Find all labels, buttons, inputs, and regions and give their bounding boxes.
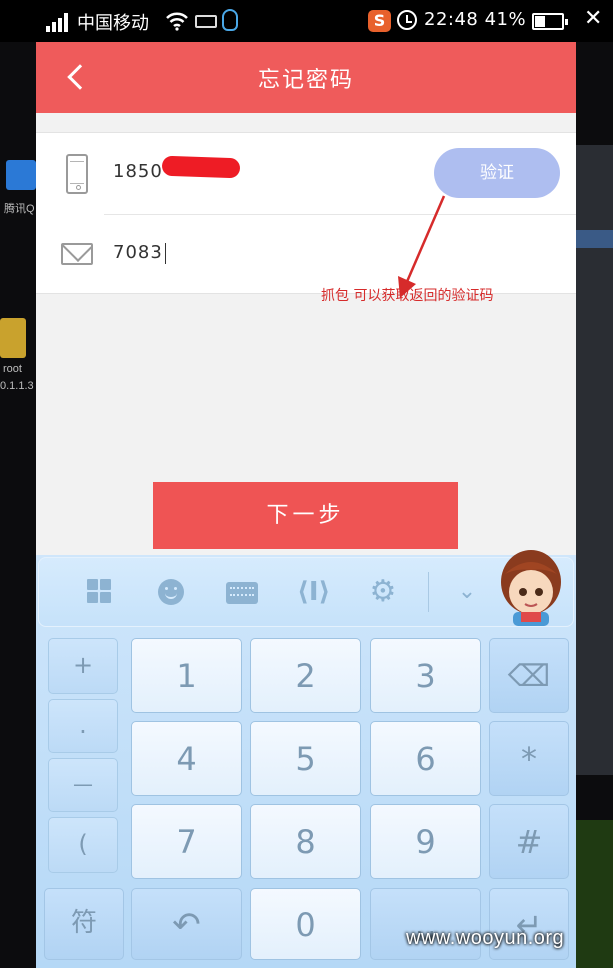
backspace-key[interactable]: ⌫ [489, 638, 569, 713]
status-time: 22:48 41% [424, 9, 527, 30]
keyboard-status-icon [195, 15, 217, 28]
phone-field[interactable]: 1850 [113, 161, 163, 182]
status-bar: 中国移动 S 22:48 41% ✕ [0, 0, 613, 42]
desktop-qq-icon [6, 160, 36, 190]
title-bar: 忘记密码 [36, 42, 576, 113]
key-5[interactable]: 5 [250, 721, 361, 796]
key-asterisk[interactable]: * [489, 721, 569, 796]
desktop-icon-sublabel: 0.1.1.3 [0, 380, 34, 392]
key-dot[interactable]: . [48, 699, 118, 753]
key-4[interactable]: 4 [131, 721, 242, 796]
mail-icon [61, 243, 93, 265]
smile-icon[interactable] [158, 579, 184, 605]
signal-icon [46, 12, 70, 32]
annotation-text: 抓包 可以获取返回的验证码 [321, 288, 494, 304]
key-6[interactable]: 6 [370, 721, 481, 796]
desktop-icon-label: 腾讯Q [4, 203, 35, 215]
key-hash[interactable]: # [489, 804, 569, 879]
desktop-folder-icon [0, 318, 26, 358]
reset-form: 1850 验证 7083 [36, 132, 576, 294]
key-plus[interactable]: + [48, 638, 118, 694]
qq-icon [222, 9, 238, 31]
key-symbols[interactable]: 符 [44, 888, 124, 960]
grid-icon[interactable] [85, 577, 115, 607]
key-2[interactable]: 2 [250, 638, 361, 713]
page-title: 忘记密码 [257, 68, 354, 93]
desktop-icon-label: root [3, 363, 22, 375]
collapse-icon[interactable]: ⌄ [452, 577, 482, 607]
next-step-button[interactable]: 下一步 [153, 482, 458, 549]
app-screen: 忘记密码 1850 验证 7083 抓包 可以获取返回的验证码 下一步 ⟨I⟩ … [36, 42, 576, 968]
key-paren[interactable]: ( [48, 817, 118, 873]
keyboard-icon[interactable] [226, 582, 258, 604]
watermark: www.wooyun.org [406, 927, 565, 949]
sogou-icon: S [368, 10, 391, 32]
battery-icon [532, 13, 568, 30]
gear-icon[interactable]: ⚙ [368, 577, 398, 607]
cursor-move-icon[interactable]: ⟨I⟩ [297, 577, 330, 607]
verify-button[interactable]: 验证 [434, 148, 560, 198]
phone-icon [66, 154, 88, 194]
code-row: 7083 [36, 214, 576, 295]
wifi-icon [166, 12, 188, 31]
text-cursor [164, 242, 166, 264]
carrier-name: 中国移动 [77, 13, 149, 34]
key-dash[interactable]: — [48, 758, 118, 812]
key-8[interactable]: 8 [250, 804, 361, 879]
screenshot-frame: 腾讯Q root 0.1.1.3 中国移动 S 22:48 41% ✕ 忘记密码 [0, 0, 613, 968]
desktop-panel-lower [575, 820, 613, 968]
close-icon[interactable]: ✕ [584, 6, 602, 31]
soft-keyboard: ⟨I⟩ ⚙ ⌄ + . — ( 符 1 2 3 4 5 6 7 8 9 ↶ 0 … [36, 550, 576, 968]
desktop-panel-accent [575, 230, 613, 248]
key-9[interactable]: 9 [370, 804, 481, 879]
key-1[interactable]: 1 [131, 638, 242, 713]
key-undo[interactable]: ↶ [131, 888, 242, 960]
verification-code-field[interactable]: 7083 [113, 242, 166, 264]
battery-percent: 41% [484, 9, 527, 30]
keyboard-toolbar: ⟨I⟩ ⚙ ⌄ [38, 550, 574, 627]
key-0[interactable]: 0 [250, 888, 361, 960]
key-3[interactable]: 3 [370, 638, 481, 713]
redaction-mark [161, 155, 241, 179]
key-7[interactable]: 7 [131, 804, 242, 879]
toolbar-separator [428, 572, 429, 612]
alarm-icon [397, 10, 417, 30]
phone-row: 1850 验证 [36, 133, 576, 214]
avatar [501, 550, 561, 626]
